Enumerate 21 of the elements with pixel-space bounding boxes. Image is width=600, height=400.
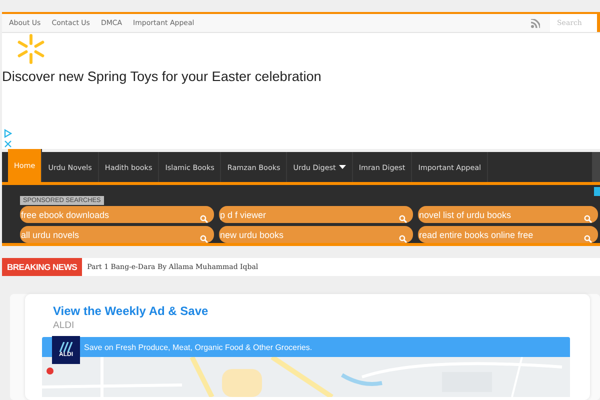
tagline-text: Save on Fresh Produce, Meat, Organic Food & Other Groceries. <box>84 342 312 352</box>
search-icon <box>200 234 208 242</box>
breaking-news-label: BREAKING NEWS <box>2 258 82 276</box>
link-text: new urdu books <box>220 230 284 240</box>
link-text: p d f viewer <box>220 210 266 220</box>
link-text: all urdu novels <box>21 230 80 240</box>
search-icon <box>399 234 407 242</box>
search-icon <box>584 234 592 242</box>
close-icon[interactable] <box>4 140 12 148</box>
ad-title-link[interactable]: View the Weekly Ad & Save <box>53 304 570 318</box>
advertiser-name: ALDI <box>53 320 76 331</box>
search-icon <box>584 214 592 222</box>
search-icon <box>200 214 208 222</box>
search-icon <box>399 214 407 222</box>
link-text: novel list of urdu books <box>419 210 512 220</box>
stripes-icon <box>58 342 74 352</box>
rss-icon[interactable] <box>531 18 540 28</box>
ad-headline[interactable]: Discover new Spring Toys for your Easter celebration <box>2 69 322 84</box>
link-text: read entire books online free <box>419 230 534 240</box>
spark-logo-icon <box>16 34 46 64</box>
link-text: free ebook downloads <box>21 210 110 220</box>
